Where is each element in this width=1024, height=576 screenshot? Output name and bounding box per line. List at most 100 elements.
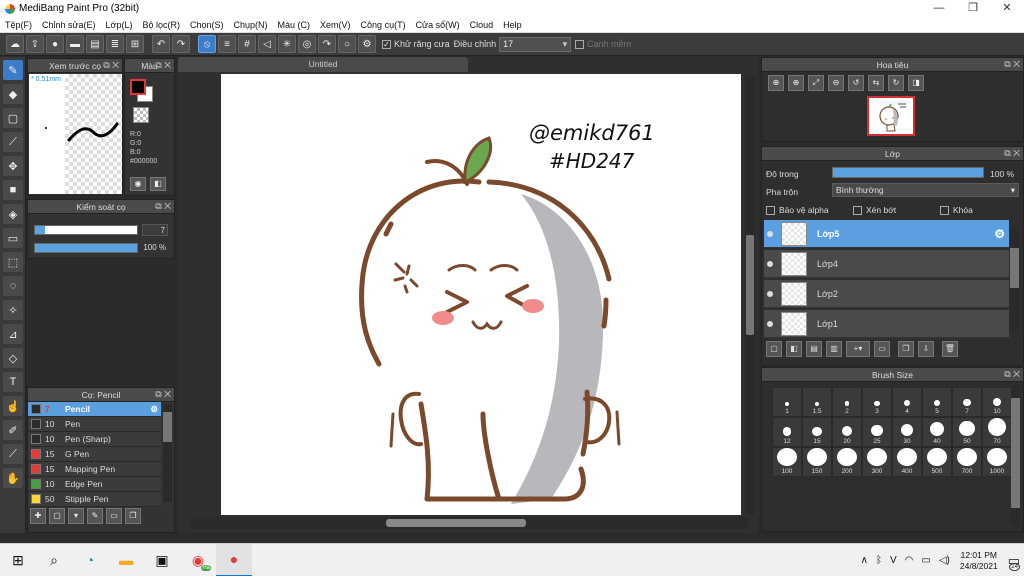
brush-size-option[interactable]: 100 xyxy=(772,447,802,477)
lock-checkbox[interactable] xyxy=(940,205,949,215)
brush-list-item[interactable]: 50 Stipple Pen xyxy=(28,492,161,507)
brush-list-scrollbar[interactable] xyxy=(163,404,172,502)
antialias-checkbox[interactable] xyxy=(382,39,391,49)
new-8bit-layer-icon[interactable]: ▤ xyxy=(806,341,822,357)
minimize-button[interactable]: — xyxy=(922,0,956,17)
move-tool-icon[interactable]: ✥ xyxy=(3,156,23,176)
gear-icon[interactable]: ⚙ xyxy=(150,404,158,415)
file-explorer-icon[interactable]: ▬ xyxy=(108,544,144,576)
select-eraser-tool-icon[interactable]: ◇ xyxy=(3,348,23,368)
soft-edge-checkbox[interactable] xyxy=(575,39,585,49)
maximize-button[interactable]: ❐ xyxy=(956,0,990,17)
windows-start-icon[interactable]: ⊞ xyxy=(0,544,36,576)
brush-folder-icon[interactable]: ▭ xyxy=(106,508,122,524)
dot-tool-icon[interactable]: ▢ xyxy=(3,108,23,128)
menu-filter[interactable]: Bộ lọc(R) xyxy=(137,20,185,30)
new-brush-icon[interactable]: ▢ xyxy=(49,508,65,524)
volume-icon[interactable]: ◁) xyxy=(939,555,950,566)
chevron-up-icon[interactable]: ∧ xyxy=(861,555,868,566)
brush-size-option[interactable]: 10 xyxy=(982,387,1012,417)
panel-close-icon[interactable]: ⧉ ✕ xyxy=(155,201,171,212)
panel-close-icon[interactable]: ⧉ ✕ xyxy=(103,60,119,71)
brush-size-option[interactable]: 70 xyxy=(982,417,1012,447)
notification-icon[interactable]: ▭ 24 xyxy=(1008,553,1020,571)
panel-close-icon[interactable]: ⧉ ✕ xyxy=(1004,59,1020,70)
brush-size-value[interactable]: 7 xyxy=(142,224,168,236)
brush-size-scrollbar[interactable] xyxy=(1011,386,1020,526)
menu-layer[interactable]: Lớp(L) xyxy=(101,20,138,30)
hand-tool-icon[interactable]: ✋ xyxy=(3,468,23,488)
brush-copy-icon[interactable]: ❐ xyxy=(125,508,141,524)
eye-icon[interactable] xyxy=(767,290,773,297)
battery-icon[interactable]: ▭ xyxy=(921,555,930,566)
brush-size-option[interactable]: 30 xyxy=(892,417,922,447)
menu-cloud[interactable]: Cloud xyxy=(465,20,499,30)
brush-list-item[interactable]: 10 Pen xyxy=(28,417,161,432)
brush-size-option[interactable]: 200 xyxy=(832,447,862,477)
transparent-color-swatch[interactable] xyxy=(133,107,149,123)
brush-tool-icon[interactable]: ✎ xyxy=(3,60,23,80)
brush-size-option[interactable]: 300 xyxy=(862,447,892,477)
brush-size-option[interactable]: 7 xyxy=(952,387,982,417)
document-icon[interactable]: ▤ xyxy=(86,35,104,53)
menu-view[interactable]: Xem(V) xyxy=(315,20,356,30)
brush-size-option[interactable]: 5 xyxy=(922,387,952,417)
brush-size-option[interactable]: 1 xyxy=(772,387,802,417)
brush-size-option[interactable]: 2 xyxy=(832,387,862,417)
brush-size-option[interactable]: 150 xyxy=(802,447,832,477)
magic-wand-tool-icon[interactable]: ✧ xyxy=(3,300,23,320)
layer-row[interactable]: Lớp4 xyxy=(764,250,1009,278)
chat-icon[interactable]: ▬ xyxy=(66,35,84,53)
menu-window[interactable]: Cửa sổ(W) xyxy=(411,20,465,30)
grid-icon[interactable]: ⊞ xyxy=(126,35,144,53)
menu-color[interactable]: Màu (C) xyxy=(273,20,316,30)
drawing-canvas[interactable]: @emikd761 #HD247 xyxy=(221,74,741,515)
brush-size-option[interactable]: 3 xyxy=(862,387,892,417)
document-tab[interactable]: Untitled xyxy=(178,57,468,72)
brush-edit-icon[interactable]: ✎ xyxy=(87,508,103,524)
protect-alpha-checkbox[interactable] xyxy=(766,205,775,215)
add-layer-menu-icon[interactable]: +▾ xyxy=(846,341,870,357)
cross-snap-icon[interactable]: # xyxy=(238,35,256,53)
undo-icon[interactable]: ↶ xyxy=(152,35,170,53)
comment-icon[interactable]: ● xyxy=(46,35,64,53)
brush-size-option[interactable]: 25 xyxy=(862,417,892,447)
brush-size-option[interactable]: 700 xyxy=(952,447,982,477)
chrome-icon[interactable]: ◉ Hà xyxy=(180,544,216,576)
brush-size-option[interactable]: 12 xyxy=(772,417,802,447)
eyedropper-tool-icon[interactable]: ⟋ xyxy=(3,444,23,464)
zoom-in-icon[interactable]: ⊕ xyxy=(768,75,784,91)
navigator-settings-icon[interactable]: ◨ xyxy=(908,75,924,91)
bluetooth-icon[interactable]: ᛒ xyxy=(876,555,882,566)
lock-toggle[interactable]: Khóa xyxy=(940,205,973,215)
layer-list-scrollbar[interactable] xyxy=(1010,228,1019,332)
antialias-toggle[interactable]: Khử răng cưa xyxy=(382,39,450,49)
brush-opacity-slider[interactable] xyxy=(34,243,138,253)
menu-tools[interactable]: Công cụ(T) xyxy=(356,20,411,30)
search-icon[interactable]: ⌕ xyxy=(36,544,72,576)
select-tool-icon[interactable]: ⬚ xyxy=(3,252,23,272)
menu-help[interactable]: Help xyxy=(498,20,527,30)
wifi-icon[interactable]: ◠ xyxy=(905,555,914,566)
new-1bit-layer-icon[interactable]: ▥ xyxy=(826,341,842,357)
new-halftone-layer-icon[interactable]: ◧ xyxy=(786,341,802,357)
eraser-tool-icon[interactable]: ◆ xyxy=(3,84,23,104)
brush-menu-icon[interactable]: ▾ xyxy=(68,508,84,524)
brush-size-option[interactable]: 15 xyxy=(802,417,832,447)
clock[interactable]: 12:01 PM 24/8/2021 xyxy=(960,550,998,572)
duplicate-layer-icon[interactable]: ❐ xyxy=(898,341,914,357)
palette-icon[interactable]: ◉ xyxy=(130,177,146,191)
vpn-icon[interactable]: V xyxy=(890,555,897,566)
navigator-thumbnail[interactable] xyxy=(867,96,915,136)
store-icon[interactable]: ▣ xyxy=(144,544,180,576)
redo-icon[interactable]: ↷ xyxy=(172,35,190,53)
menu-select[interactable]: Chọn(S) xyxy=(185,20,229,30)
zoom-out-icon[interactable]: ⊖ xyxy=(828,75,844,91)
brush-size-option[interactable]: 50 xyxy=(952,417,982,447)
canvas-horizontal-scrollbar[interactable] xyxy=(190,517,748,529)
brush-size-option[interactable]: 20 xyxy=(832,417,862,447)
edge-browser-icon[interactable]: ◔ xyxy=(72,544,108,576)
vanishing-point-icon[interactable]: ◁ xyxy=(258,35,276,53)
circle-snap-icon[interactable]: ◎ xyxy=(298,35,316,53)
brush-list-item[interactable]: 15 G Pen xyxy=(28,447,161,462)
